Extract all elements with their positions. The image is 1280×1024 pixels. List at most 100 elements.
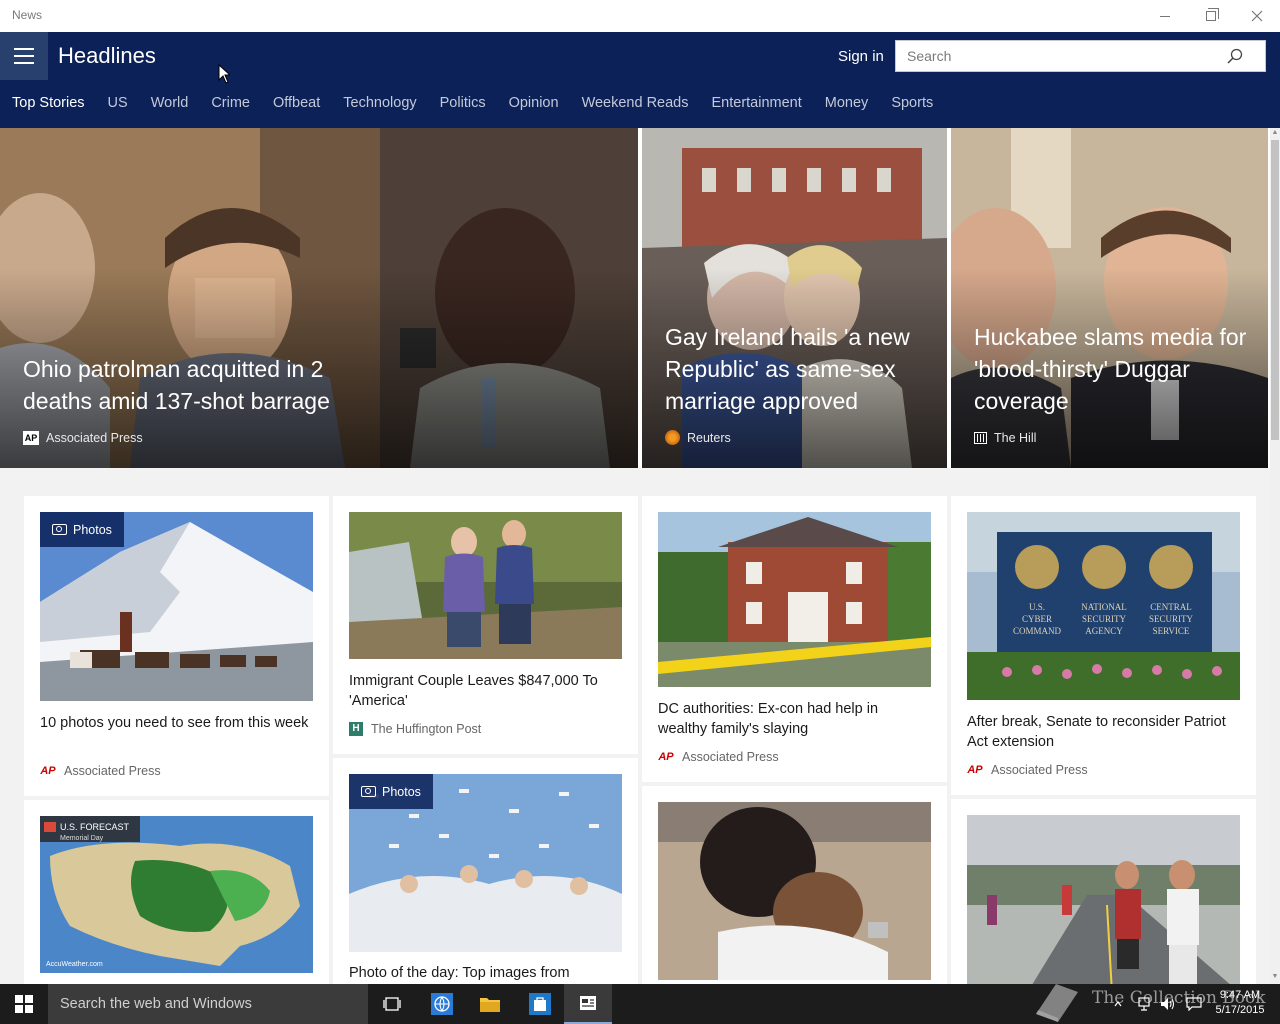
action-center-icon[interactable]	[1186, 997, 1202, 1011]
tab-weekend-reads[interactable]: Weekend Reads	[582, 95, 689, 111]
story-title[interactable]: DC authorities: Ex-con had help in wealt…	[658, 699, 931, 739]
camera-icon	[361, 786, 376, 797]
hero-source: The Hill	[974, 431, 1036, 445]
sign-in-link[interactable]: Sign in	[838, 48, 884, 65]
story-title[interactable]: Immigrant Couple Leaves $847,000 To 'Ame…	[349, 671, 622, 711]
story-source: AP Associated Press	[40, 764, 161, 778]
story-source-name: The Huffington Post	[371, 722, 482, 736]
tab-sports[interactable]: Sports	[891, 95, 933, 111]
story-image	[658, 802, 931, 980]
story-card[interactable]: Photos 10 photos you need to see from th…	[24, 496, 329, 796]
book-watermark-icon	[1036, 984, 1078, 1022]
hero-source: AP Associated Press	[23, 431, 143, 445]
menu-line-icon	[14, 62, 34, 64]
map-subtitle: Memorial Day	[60, 835, 104, 842]
tab-top-stories[interactable]: Top Stories	[12, 95, 85, 111]
tab-politics[interactable]: Politics	[440, 95, 486, 111]
minimize-button[interactable]	[1142, 0, 1188, 32]
hero-headline[interactable]: Huckabee slams media for 'blood-thirsty'…	[974, 321, 1254, 417]
restore-button[interactable]	[1188, 0, 1234, 32]
mouse-cursor-icon	[218, 64, 230, 84]
hamburger-menu-button[interactable]	[0, 32, 48, 80]
sign-text: CYBER	[1022, 614, 1052, 624]
story-title[interactable]: 10 photos you need to see from this week	[40, 713, 313, 733]
story-image: Photos	[40, 512, 313, 701]
hero-source-name: The Hill	[994, 431, 1037, 445]
file-explorer-button[interactable]	[466, 984, 514, 1024]
title-bar: News	[0, 0, 1280, 32]
app-header: Headlines Sign in Search Top Stories US …	[0, 32, 1280, 128]
search-icon[interactable]	[1227, 48, 1243, 64]
clock-time: 9:47 AM	[1219, 989, 1261, 1001]
page-title: Headlines	[58, 43, 156, 68]
start-button[interactable]	[0, 984, 48, 1024]
taskbar-search-box[interactable]: Search the web and Windows	[48, 984, 368, 1024]
search-input[interactable]: Search	[895, 40, 1266, 72]
hero-story-1[interactable]: Ohio patrolman acquitted in 2 deaths ami…	[0, 128, 638, 468]
story-card[interactable]: U.S. CYBER COMMAND NATIONAL SECURITY AGE…	[951, 496, 1256, 795]
network-icon[interactable]	[1138, 997, 1152, 1011]
story-grid: Photos 10 photos you need to see from th…	[0, 468, 1270, 984]
hero-story-3[interactable]: Huckabee slams media for 'blood-thirsty'…	[951, 128, 1268, 468]
photo-runners	[967, 815, 1240, 984]
store-bag-icon	[529, 993, 551, 1015]
story-image	[967, 815, 1240, 984]
scroll-up-icon[interactable]: ▲	[1270, 129, 1280, 139]
system-clock[interactable]: 9:47 AM 5/17/2015	[1208, 988, 1272, 1018]
story-card[interactable]: U.S. FORECAST Memorial Day AccuWeather.c…	[24, 800, 329, 984]
tab-us[interactable]: US	[108, 95, 128, 111]
hero-headline[interactable]: Gay Ireland hails 'a new Republic' as sa…	[665, 321, 925, 417]
photos-badge: Photos	[349, 774, 433, 809]
show-hidden-icons-icon[interactable]	[1114, 1000, 1122, 1008]
ap-logo-icon: AP	[967, 764, 983, 776]
window-title: News	[12, 8, 43, 22]
map-credit: AccuWeather.com	[46, 961, 103, 968]
ap-logo-icon: AP	[23, 431, 39, 445]
tab-offbeat[interactable]: Offbeat	[273, 95, 320, 111]
minimize-icon	[1160, 15, 1170, 17]
story-image	[349, 512, 622, 659]
story-title[interactable]: After break, Senate to reconsider Patrio…	[967, 712, 1240, 752]
news-icon	[580, 996, 596, 1010]
taskbar: Search the web and Windows The Collectio…	[0, 984, 1280, 1024]
close-button[interactable]	[1234, 0, 1280, 32]
hero-story-2[interactable]: Gay Ireland hails 'a new Republic' as sa…	[642, 128, 947, 468]
tab-crime[interactable]: Crime	[211, 95, 250, 111]
story-card[interactable]	[642, 786, 947, 984]
reuters-logo-icon	[665, 430, 680, 445]
story-card[interactable]: Immigrant Couple Leaves $847,000 To 'Ame…	[333, 496, 638, 754]
tab-technology[interactable]: Technology	[343, 95, 416, 111]
photo-immigrant-couple	[349, 512, 622, 659]
story-card[interactable]: DC authorities: Ex-con had help in wealt…	[642, 496, 947, 782]
sign-text: SERVICE	[1153, 626, 1190, 636]
tab-opinion[interactable]: Opinion	[509, 95, 559, 111]
tab-world[interactable]: World	[151, 95, 189, 111]
photo-nsa-sign: U.S. CYBER COMMAND NATIONAL SECURITY AGE…	[967, 512, 1240, 700]
story-source-name: Associated Press	[682, 750, 779, 764]
hero-headline[interactable]: Ohio patrolman acquitted in 2 deaths ami…	[23, 353, 333, 417]
tab-money[interactable]: Money	[825, 95, 869, 111]
task-view-button[interactable]	[368, 984, 416, 1024]
close-icon	[1251, 10, 1263, 22]
news-app-taskbar-button[interactable]	[564, 984, 612, 1024]
internet-explorer-button[interactable]	[418, 984, 466, 1024]
story-card[interactable]	[951, 799, 1256, 984]
news-app-window: News Headlines Sign in Search Top Storie…	[0, 0, 1280, 1024]
tab-entertainment[interactable]: Entertainment	[712, 95, 802, 111]
task-view-icon	[383, 997, 401, 1011]
story-image: U.S. FORECAST Memorial Day AccuWeather.c…	[40, 816, 313, 973]
scroll-down-icon[interactable]: ▼	[1270, 973, 1280, 983]
story-source-name: Associated Press	[64, 764, 161, 778]
volume-icon[interactable]	[1160, 997, 1176, 1011]
story-title[interactable]: Photo of the day: Top images from	[349, 963, 622, 983]
sign-text: AGENCY	[1085, 626, 1123, 636]
sign-text: SECURITY	[1149, 614, 1194, 624]
story-source-name: Associated Press	[991, 763, 1088, 777]
story-source: H The Huffington Post	[349, 722, 481, 736]
story-card[interactable]: Photos Photo of the day: Top images from	[333, 758, 638, 984]
sign-text: COMMAND	[1013, 626, 1062, 636]
photo-crime-scene-house	[658, 512, 931, 687]
store-button[interactable]	[516, 984, 564, 1024]
photos-badge: Photos	[40, 512, 124, 547]
scrollbar-thumb[interactable]	[1271, 140, 1279, 440]
